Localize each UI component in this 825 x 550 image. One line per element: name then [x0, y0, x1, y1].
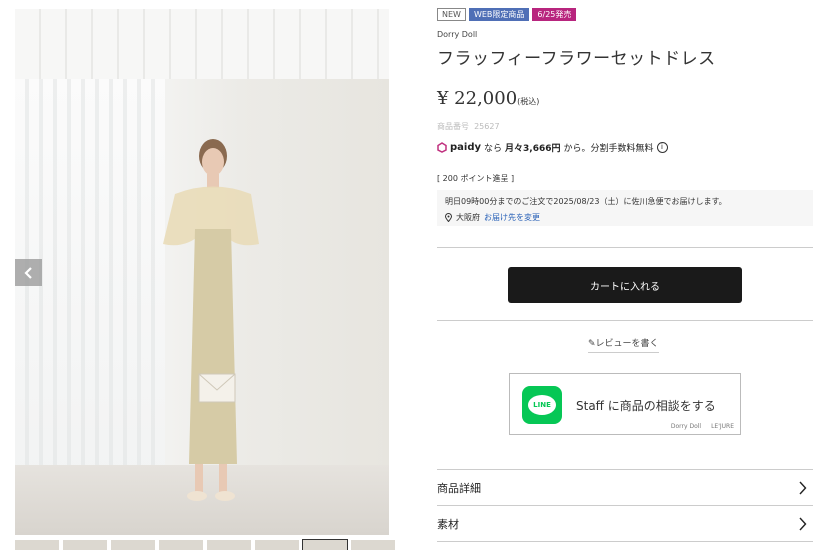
thumbnail-strip [15, 539, 395, 550]
points-note: [ 200 ポイント進呈 ] [437, 174, 515, 183]
gallery-thumbnail[interactable] [63, 540, 107, 550]
delivery-info: 明日09時00分までのご注文で2025/08/23（土）に佐川急便でお届けします… [437, 190, 813, 226]
chevron-left-icon [23, 266, 32, 279]
accordion-label: 商品詳細 [437, 482, 481, 495]
gallery-thumbnail[interactable] [351, 540, 395, 550]
divider [437, 469, 813, 470]
product-price: ¥ 22,000(税込) [437, 88, 813, 109]
price-value: ¥ 22,000 [437, 88, 518, 109]
chevron-right-icon [799, 517, 807, 531]
badge-row: NEW WEB限定商品 6/25発売 [437, 8, 813, 21]
change-address-link[interactable]: お届け先を変更 [484, 212, 540, 223]
web-limited-badge: WEB限定商品 [468, 8, 530, 21]
paidy-row: paidy なら 月々3,666円 から。分割手数料無料 i [437, 141, 813, 154]
divider [437, 247, 813, 248]
paidy-logo-text: paidy [450, 142, 482, 153]
gallery-thumbnail[interactable] [159, 540, 203, 550]
info-icon[interactable]: i [656, 142, 668, 153]
brand-name[interactable]: Dorry Doll [437, 30, 813, 39]
divider [437, 320, 813, 321]
new-badge: NEW [437, 8, 466, 21]
paidy-suffix: から。分割手数料無料 [563, 144, 654, 154]
line-brand-1: Dorry Doll [670, 423, 702, 430]
chevron-right-icon [799, 481, 807, 495]
line-brand-2: LE'JURE [711, 423, 734, 430]
line-icon-text: LINE [528, 395, 556, 415]
gallery-thumbnail[interactable] [15, 540, 59, 550]
product-code-value: 25627 [474, 122, 500, 131]
line-app-icon: LINE [522, 386, 562, 424]
product-code: 商品番号 25627 [437, 121, 813, 132]
line-banner-text: Staff に商品の相談をする [576, 399, 716, 413]
divider [437, 505, 813, 506]
gallery-thumbnail[interactable] [302, 539, 348, 550]
paidy-monthly: 月々3,666円 [505, 144, 561, 154]
model-figure [163, 139, 259, 501]
accordion-label: 素材 [437, 518, 459, 531]
line-consult-banner[interactable]: LINE Staff に商品の相談をする Dorry Doll LE'JURE [509, 373, 741, 435]
location-pin-icon [445, 213, 452, 222]
delivery-location-row: 大阪府 お届け先を変更 [445, 212, 805, 223]
photo-ceiling [15, 9, 389, 79]
write-review-label: レビューを書く [595, 339, 659, 349]
gallery-thumbnail[interactable] [111, 540, 155, 550]
delivery-message: 明日09時00分までのご注文で2025/08/23（土）に佐川急便でお届けします… [445, 197, 727, 206]
accordion-material[interactable]: 素材 [437, 507, 813, 541]
product-image-gallery[interactable] [15, 9, 389, 535]
product-title: フラッフィーフラワーセットドレス [437, 49, 716, 69]
product-photo [15, 9, 389, 535]
tax-note: (税込) [517, 97, 540, 106]
product-info: NEW WEB限定商品 6/25発売 Dorry Doll フラッフィーフラワー… [437, 8, 813, 226]
line-banner-brands: Dorry Doll LE'JURE [671, 423, 734, 430]
gallery-thumbnail[interactable] [255, 540, 299, 550]
delivery-location: 大阪府 [456, 213, 480, 222]
release-date-badge: 6/25発売 [532, 8, 577, 21]
gallery-prev-button[interactable] [15, 259, 42, 286]
gallery-thumbnail[interactable] [207, 540, 251, 550]
divider [437, 541, 813, 542]
paidy-prefix: なら [484, 144, 503, 154]
accordion-product-details[interactable]: 商品詳細 [437, 471, 813, 505]
product-code-label: 商品番号 [437, 122, 469, 131]
pencil-icon: ✎ [588, 339, 596, 349]
add-to-cart-button[interactable]: カートに入れる [508, 267, 742, 303]
write-review-link[interactable]: ✎レビューを書く [588, 336, 659, 353]
paidy-logo-icon [437, 142, 447, 153]
